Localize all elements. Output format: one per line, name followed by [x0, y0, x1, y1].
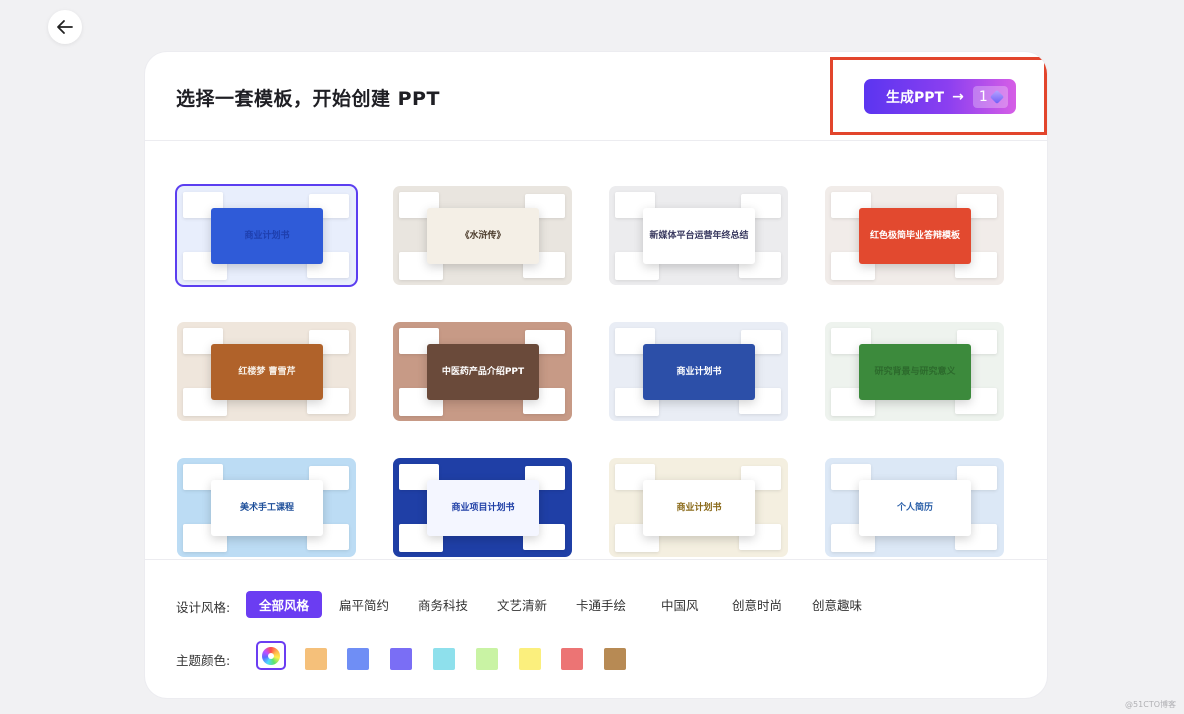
template-thumbnail[interactable]: 红楼梦 曹雪芹 — [177, 322, 356, 421]
template-cover: 美术手工课程 — [211, 480, 323, 536]
template-title: 商业计划书 — [676, 366, 722, 377]
template-thumbnail[interactable]: 个人简历 — [825, 458, 1004, 557]
style-tab[interactable]: 中国风 — [648, 591, 712, 618]
template-thumbnail[interactable]: 中医药产品介绍PPT — [393, 322, 572, 421]
generate-label: 生成PPT — [886, 89, 945, 106]
template-title: 中医药产品介绍PPT — [441, 366, 525, 377]
template-title: 《水浒传》 — [460, 230, 506, 241]
style-tab[interactable]: 卡通手绘 — [563, 591, 639, 618]
filter-bar: 设计风格: 全部风格 扁平简约 商务科技 文艺清新 卡通手绘 中国风 创意时尚 创意趣味 主题… — [145, 559, 1047, 698]
template-cover: 商业计划书 — [643, 480, 755, 536]
template-grid: 商业计划书 《水浒传》 新媒体平台运营年终总结 红色极简毕业答辩模板红楼梦 曹雪芹 中医… — [145, 141, 1047, 559]
template-title: 新媒体平台运营年终总结 — [649, 230, 749, 241]
template-title: 个人简历 — [896, 502, 933, 513]
template-cover: 红楼梦 曹雪芹 — [211, 344, 323, 400]
template-thumbnail[interactable]: 商业计划书 — [609, 458, 788, 557]
template-thumbnail[interactable]: 《水浒传》 — [393, 186, 572, 285]
color-wheel-icon — [262, 646, 280, 665]
style-tab[interactable]: 创意时尚 — [719, 591, 795, 618]
credit-count: 1 — [978, 88, 988, 105]
color-filter-label: 主题颜色: — [176, 653, 231, 668]
template-title: 红色极简毕业答辩模板 — [869, 230, 960, 241]
style-tab[interactable]: 全部风格 — [246, 591, 323, 618]
template-cover: 商业计划书 — [211, 208, 323, 264]
back-button[interactable] — [48, 10, 82, 44]
color-swatch[interactable] — [476, 648, 498, 670]
template-title: 商业项目计划书 — [451, 502, 515, 513]
template-title: 商业计划书 — [676, 502, 722, 513]
template-cover: 《水浒传》 — [427, 208, 539, 264]
color-swatch[interactable] — [519, 648, 541, 670]
template-panel: 选择一套模板，开始创建 PPT 生成PPT → 1 商业计划书 《水浒传》 新媒体平… — [145, 52, 1047, 698]
template-title: 红楼梦 曹雪芹 — [238, 366, 296, 377]
template-title: 美术手工课程 — [239, 502, 294, 513]
template-title: 商业计划书 — [244, 230, 290, 241]
style-tab[interactable]: 文艺清新 — [484, 591, 560, 618]
style-tab[interactable]: 创意趣味 — [799, 591, 875, 618]
template-thumbnail[interactable]: 新媒体平台运营年终总结 — [609, 186, 788, 285]
credit-badge: 1 — [972, 85, 1008, 108]
template-thumbnail[interactable]: 商业计划书 — [177, 186, 356, 285]
template-cover: 红色极简毕业答辩模板 — [859, 208, 971, 264]
template-thumbnail[interactable]: 美术手工课程 — [177, 458, 356, 557]
style-tab[interactable]: 扁平简约 — [326, 591, 402, 618]
template-thumbnail[interactable]: 研究背景与研究意义 — [825, 322, 1004, 421]
template-thumbnail[interactable]: 红色极简毕业答辩模板 — [825, 186, 1004, 285]
template-cover: 中医药产品介绍PPT — [427, 344, 539, 400]
template-thumbnail[interactable]: 商业计划书 — [609, 322, 788, 421]
color-swatch-all[interactable] — [256, 641, 286, 670]
color-swatch[interactable] — [390, 648, 412, 670]
template-cover: 新媒体平台运营年终总结 — [643, 208, 755, 264]
color-swatch[interactable] — [604, 648, 626, 670]
generate-ppt-button[interactable]: 生成PPT → 1 — [864, 79, 1016, 114]
template-title: 研究背景与研究意义 — [874, 366, 956, 377]
template-cover: 个人简历 — [859, 480, 971, 536]
color-swatch[interactable] — [347, 648, 369, 670]
arrow-left-icon — [57, 20, 73, 34]
template-cover: 商业计划书 — [643, 344, 755, 400]
color-swatch[interactable] — [305, 648, 327, 670]
template-cover: 商业项目计划书 — [427, 480, 539, 536]
color-swatch[interactable] — [561, 648, 583, 670]
panel-header: 选择一套模板，开始创建 PPT 生成PPT → 1 — [145, 52, 1047, 141]
style-filter-label: 设计风格: — [176, 600, 231, 615]
style-tab[interactable]: 商务科技 — [405, 591, 481, 618]
arrow-right-icon: → — [952, 88, 964, 105]
template-thumbnail[interactable]: 商业项目计划书 — [393, 458, 572, 557]
page-title: 选择一套模板，开始创建 PPT — [176, 88, 440, 110]
color-swatch[interactable] — [433, 648, 455, 670]
watermark: @51CTO博客 — [1125, 700, 1176, 709]
template-cover: 研究背景与研究意义 — [859, 344, 971, 400]
gem-icon — [989, 89, 1004, 104]
